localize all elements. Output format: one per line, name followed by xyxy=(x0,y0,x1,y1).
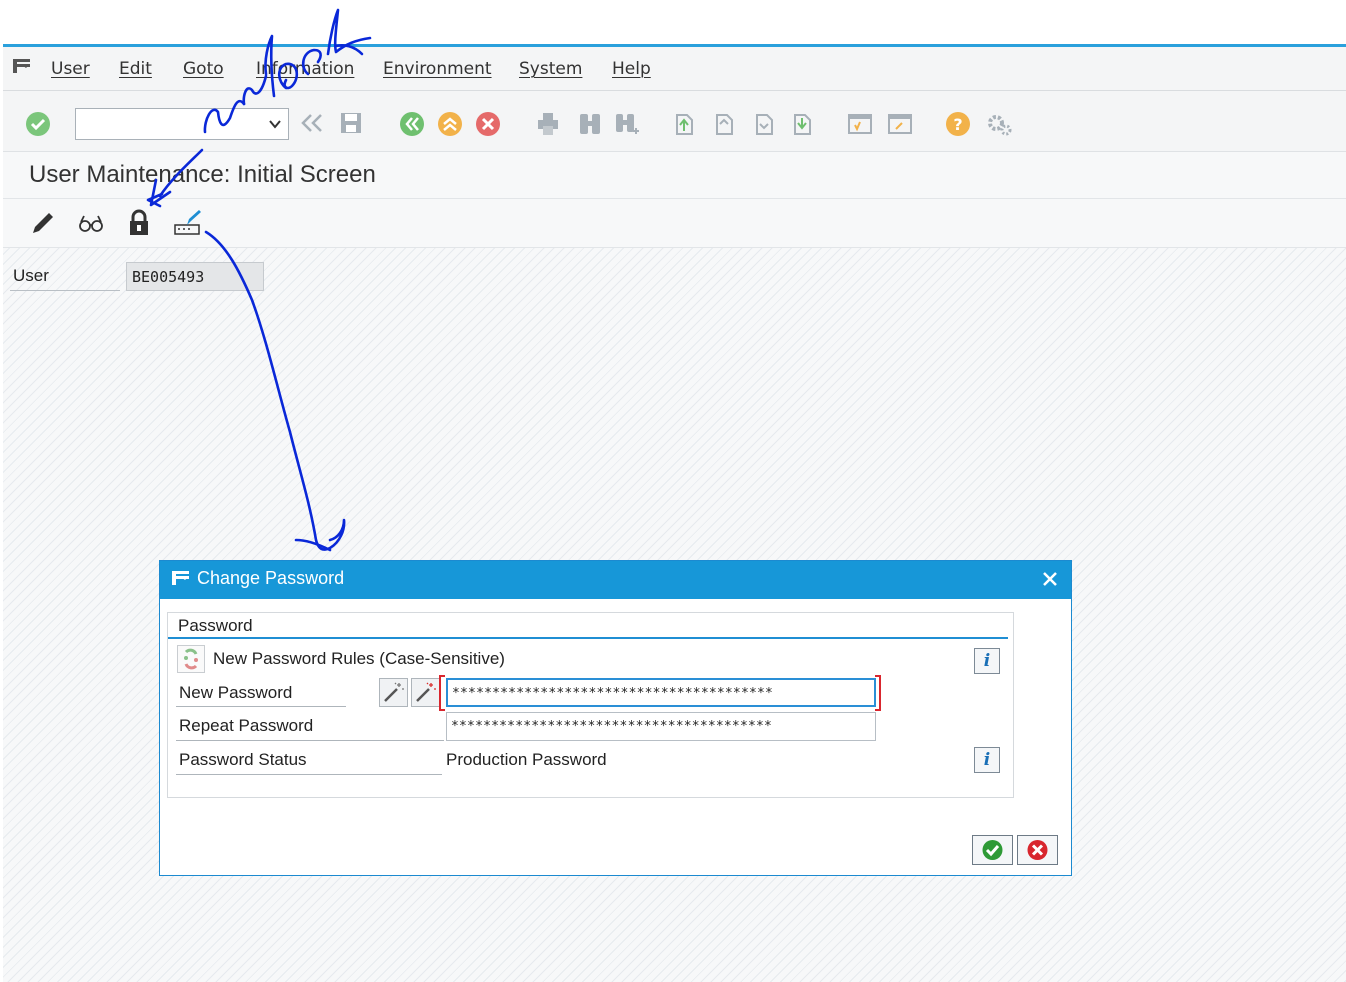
dialog-menu-icon[interactable] xyxy=(172,571,190,585)
system-toolbar: ? xyxy=(3,91,1346,152)
user-label-underline xyxy=(10,290,120,291)
find-next-icon[interactable] xyxy=(613,111,639,135)
enter-icon[interactable] xyxy=(25,111,50,136)
exit-icon[interactable] xyxy=(437,111,462,136)
password-status-label: Password Status xyxy=(179,750,307,769)
group-title: Password xyxy=(178,616,253,635)
repeat-password-label-underline xyxy=(176,740,444,741)
application-toolbar xyxy=(3,199,1346,248)
repeat-password-label: Repeat Password xyxy=(179,716,314,735)
info-icon: i xyxy=(983,651,991,671)
display-icon[interactable] xyxy=(77,209,105,237)
command-field[interactable] xyxy=(75,108,289,140)
generate-password-icon[interactable] xyxy=(379,678,408,707)
menu-information[interactable]: Information xyxy=(256,59,354,79)
user-input[interactable]: BE005493 xyxy=(126,262,264,291)
dialog-header: Change Password xyxy=(160,561,1071,599)
password-rules-icon[interactable] xyxy=(177,645,205,673)
create-session-icon[interactable] xyxy=(847,111,872,135)
menu-bar: User Edit Goto Information Environment S… xyxy=(3,47,1346,91)
field-focus-brackets xyxy=(439,675,881,711)
menu-icon[interactable] xyxy=(13,59,31,73)
print-icon[interactable] xyxy=(535,111,559,135)
password-group: Password New Password Rules (Case-Sensit… xyxy=(167,612,1014,798)
confirm-button[interactable] xyxy=(972,835,1013,865)
customize-icon[interactable] xyxy=(985,111,1012,136)
password-status-value: Production Password xyxy=(446,750,607,769)
change-password-dialog: Change Password Password New Password Ru… xyxy=(159,560,1072,876)
user-label: User xyxy=(13,266,49,285)
shortcut-icon[interactable] xyxy=(887,111,912,135)
new-password-label: New Password xyxy=(179,683,293,702)
last-page-icon[interactable] xyxy=(789,111,813,135)
back-green-icon[interactable] xyxy=(399,111,424,136)
new-password-label-underline xyxy=(176,706,346,707)
save-icon[interactable] xyxy=(339,111,363,135)
menu-edit[interactable]: Edit xyxy=(119,59,152,79)
cancel-button[interactable] xyxy=(1017,835,1058,865)
back-icon[interactable] xyxy=(299,111,323,135)
help-icon[interactable]: ? xyxy=(945,111,970,136)
info-icon: i xyxy=(983,750,991,770)
chevron-down-icon[interactable] xyxy=(268,117,282,131)
close-icon[interactable] xyxy=(1039,568,1061,590)
password-status-label-underline xyxy=(176,774,442,775)
first-page-icon[interactable] xyxy=(671,111,695,135)
menu-help[interactable]: Help xyxy=(612,59,651,79)
cancel-icon[interactable] xyxy=(475,111,500,136)
rules-info-button[interactable]: i xyxy=(974,648,1000,674)
group-title-underline xyxy=(168,637,1008,639)
change-icon[interactable] xyxy=(29,209,57,237)
previous-page-icon[interactable] xyxy=(711,111,735,135)
page-title: User Maintenance: Initial Screen xyxy=(29,161,376,188)
svg-text:?: ? xyxy=(953,115,962,134)
title-bar: User Maintenance: Initial Screen xyxy=(3,152,1346,199)
menu-environment[interactable]: Environment xyxy=(383,59,492,79)
menu-user[interactable]: User xyxy=(51,59,90,79)
menu-goto[interactable]: Goto xyxy=(183,59,224,79)
generate-password-color-icon[interactable] xyxy=(411,678,440,707)
password-rules-text: New Password Rules (Case-Sensitive) xyxy=(213,649,505,668)
dialog-title: Change Password xyxy=(197,568,345,588)
lock-unlock-icon[interactable] xyxy=(125,209,153,237)
change-password-icon[interactable] xyxy=(173,209,201,237)
next-page-icon[interactable] xyxy=(751,111,775,135)
menu-system[interactable]: System xyxy=(519,59,582,79)
repeat-password-input[interactable]: **************************************** xyxy=(446,712,876,741)
find-icon[interactable] xyxy=(577,111,601,135)
status-info-button[interactable]: i xyxy=(974,747,1000,773)
